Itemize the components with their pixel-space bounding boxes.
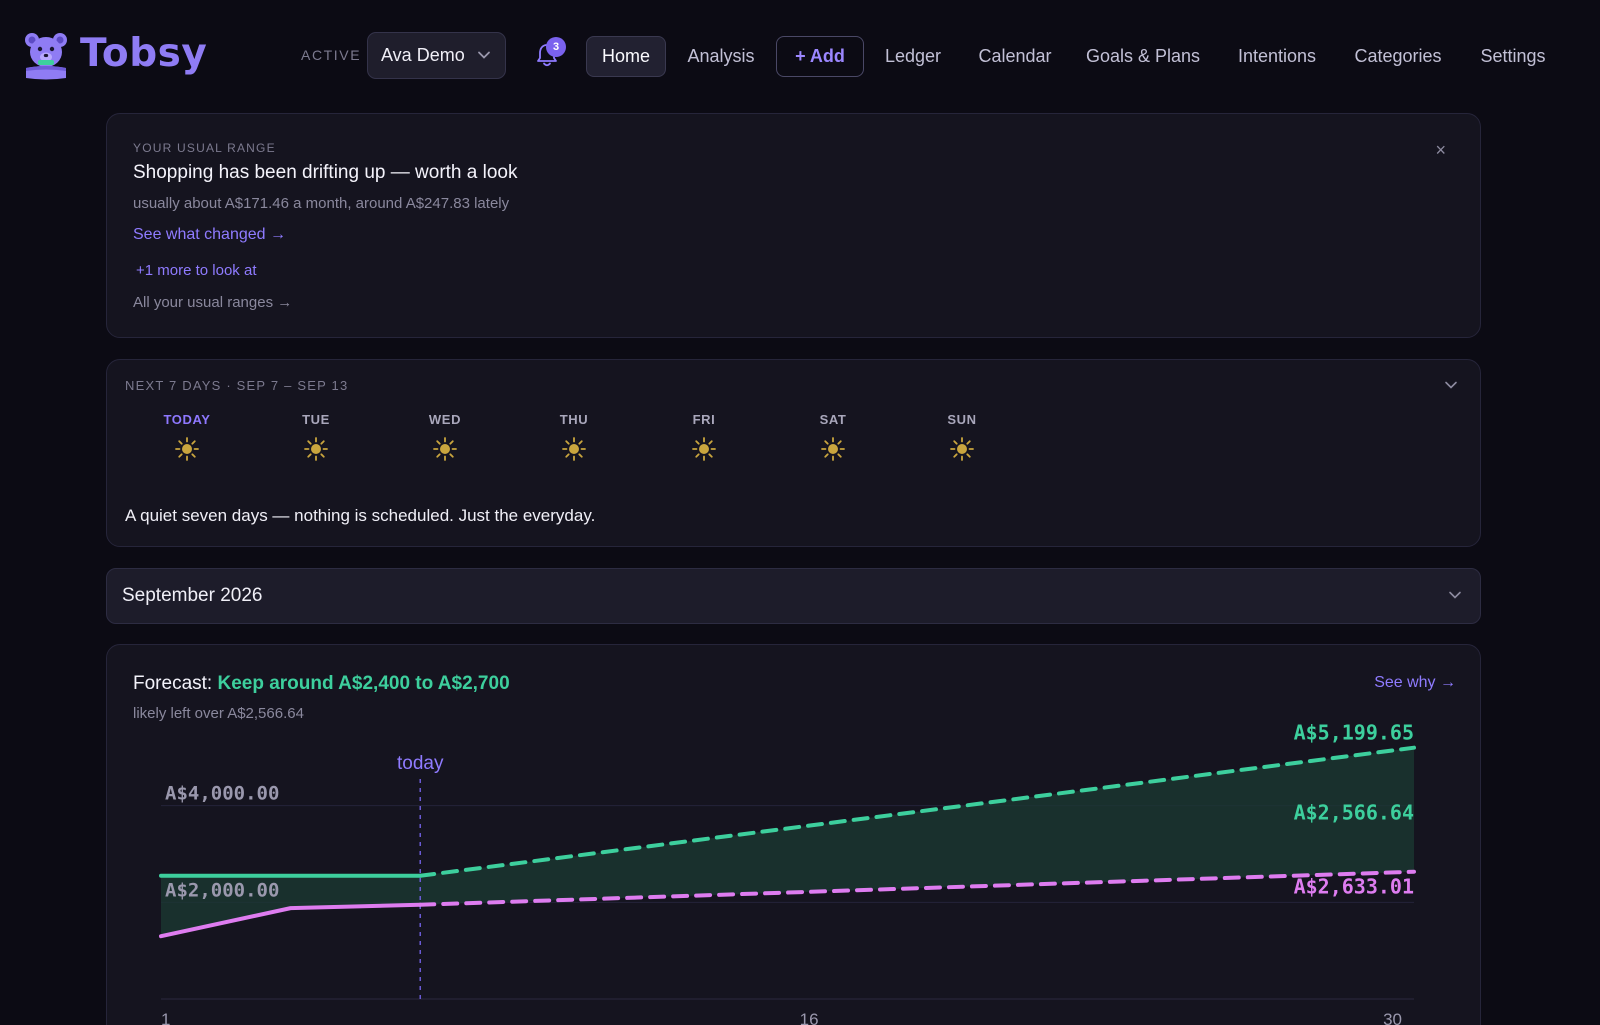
month-selector[interactable]: September 2026 [106,568,1481,624]
nav-goals-plans[interactable]: Goals & Plans [1082,36,1204,77]
day-label: TODAY [163,412,211,427]
sun-icon [950,437,974,461]
nav-settings[interactable]: Settings [1474,36,1552,77]
forecast-card: Forecast: Keep around A$2,400 to A$2,700… [106,644,1481,1025]
see-what-changed-link[interactable]: See what changed → [133,226,286,244]
today-label: today [397,753,444,774]
month-label: September 2026 [122,585,263,606]
day-label: FRI [692,412,716,427]
day-column: WED [405,412,485,462]
series-end-label: A$2,633.01 [1294,875,1414,899]
active-profile-label: ACTIVE [301,47,362,63]
more-to-look-at-link[interactable]: +1 more to look at [136,262,256,279]
nav-categories[interactable]: Categories [1350,36,1446,77]
week-eyebrow: NEXT 7 DAYS · SEP 7 – SEP 13 [125,378,349,393]
day-label: SUN [947,412,977,427]
expected-leftover-label: A$2,566.64 [1294,800,1414,824]
day-label: THU [559,412,589,427]
sun-icon [304,437,328,461]
y-tick-label: A$4,000.00 [165,783,279,805]
profile-selector[interactable]: Ava Demo [367,32,506,79]
nav-analysis[interactable]: Analysis [680,36,762,77]
x-tick-label: 30 [1383,1010,1402,1025]
all-usual-ranges-link[interactable]: All your usual ranges → [133,294,292,311]
insight-subtitle: usually about A$171.46 a month, around A… [133,195,510,212]
add-button[interactable]: + Add [776,36,864,77]
insight-title: Shopping has been drifting up — worth a … [133,162,518,183]
forecast-chart: A$4,000.00 A$2,000.00 today A$5,199.65 A$2,6… [159,721,1416,1025]
series-end-label: A$5,199.65 [1294,721,1414,745]
day-column: TODAY [147,412,227,462]
day-column: SUN [922,412,1002,462]
chevron-down-icon[interactable] [1444,378,1458,392]
day-label: SAT [819,412,847,427]
x-tick-label: 16 [800,1010,819,1025]
chevron-down-icon [478,51,490,59]
y-tick-label: A$2,000.00 [165,879,279,901]
notification-count-badge: 3 [546,37,566,57]
nav-calendar[interactable]: Calendar [970,36,1060,77]
sun-icon [433,437,457,461]
close-icon[interactable]: × [1435,140,1446,161]
day-column: TUE [276,412,356,462]
top-navigation: Tobsy ACTIVE Ava Demo 3 Home Analysis + … [0,0,1600,112]
sun-icon [562,437,586,461]
usual-range-insight-card: YOUR USUAL RANGE × Shopping has been dri… [106,113,1481,338]
nav-ledger[interactable]: Ledger [878,36,948,77]
bear-mascot-icon[interactable] [24,30,68,80]
day-column: FRI [664,412,744,462]
week-summary: A quiet seven days — nothing is schedule… [125,506,596,525]
profile-name: Ava Demo [381,45,465,65]
next-seven-days-card: NEXT 7 DAYS · SEP 7 – SEP 13 TODAY TUE WED… [106,359,1481,547]
day-column: THU [534,412,614,462]
chevron-down-icon [1449,591,1461,599]
brand-wordmark[interactable]: Tobsy [80,31,207,76]
day-column: SAT [793,412,873,462]
day-label: TUE [302,412,330,427]
nav-intentions[interactable]: Intentions [1228,36,1326,77]
day-label: WED [428,412,462,427]
x-tick-label: 1 [161,1010,170,1025]
sun-icon [692,437,716,461]
sun-icon [821,437,845,461]
nav-home[interactable]: Home [586,36,666,77]
sun-icon [175,437,199,461]
insight-eyebrow: YOUR USUAL RANGE [133,141,276,155]
